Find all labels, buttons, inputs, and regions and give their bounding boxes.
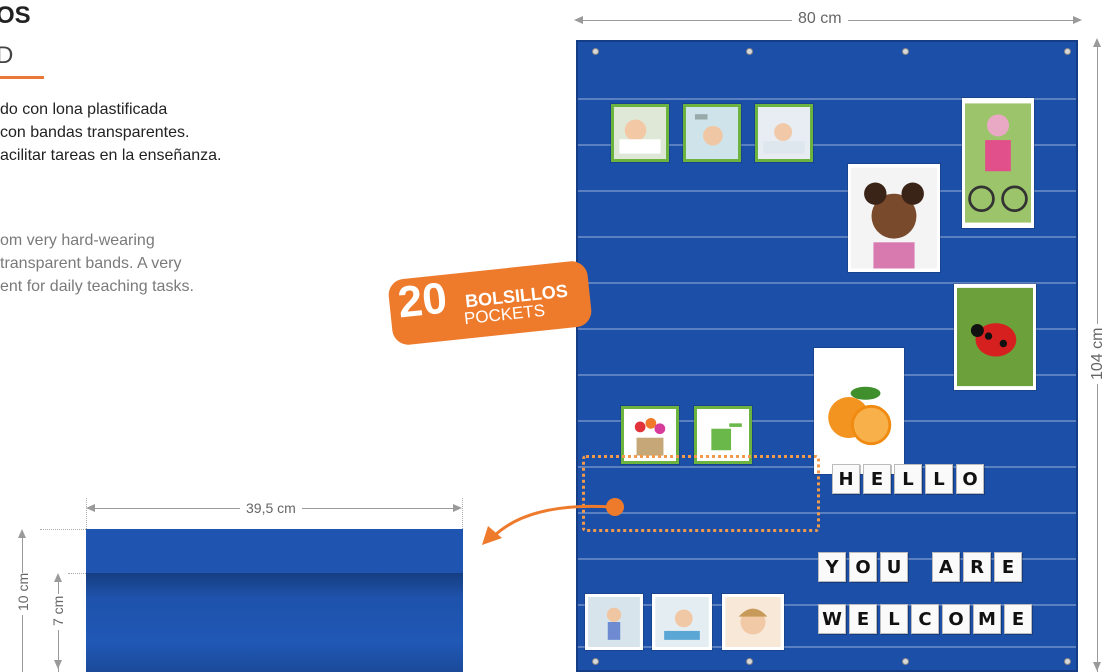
grommet-icon [746, 48, 753, 55]
arrow-down-icon [1093, 662, 1101, 671]
letter-tile: U [880, 552, 908, 582]
arrow-down-icon [54, 660, 62, 669]
letter-tile: E [994, 552, 1022, 582]
height-label: 104 cm [1089, 324, 1102, 384]
pocket-front-label: 7 cm [50, 594, 66, 630]
photo-card-child-washing [652, 594, 712, 650]
letter-tile: Y [818, 552, 846, 582]
curved-arrow-icon [482, 504, 613, 545]
letter-tile: E [849, 604, 877, 634]
letter-tile: M [973, 604, 1001, 634]
photo-card-girl-on-bike [962, 98, 1034, 228]
grommet-icon [592, 658, 599, 665]
description-spanish: do con lona plastificada con bandas tran… [0, 101, 222, 164]
photo-card-girl-jumping [585, 594, 643, 650]
letter-tile: E [1004, 604, 1032, 634]
arrow-up-icon [54, 573, 62, 582]
letter-tile: O [956, 464, 984, 494]
pocket-height-label: 10 cm [15, 573, 31, 615]
description-english: om very hard-wearing transparent bands. … [0, 232, 194, 295]
pocket-width-label: 39,5 cm [240, 500, 302, 516]
pocket-top-guide [40, 529, 86, 530]
letter-tile: W [818, 604, 846, 634]
grommet-icon [592, 48, 599, 55]
grommet-icon [1064, 658, 1071, 665]
letter-tile: L [880, 604, 908, 634]
letter-tile: L [925, 464, 953, 494]
letter-tile: E [863, 464, 891, 494]
arrow-left-icon [86, 504, 95, 512]
photo-card-ladybug [954, 284, 1036, 390]
arrow-left-icon [574, 16, 583, 24]
pocket-guide-right [462, 498, 463, 529]
badge-number: 20 [395, 273, 450, 328]
letter-tile: O [942, 604, 970, 634]
arrow-up-icon [1093, 38, 1101, 47]
product-title: OS [0, 2, 31, 29]
photo-card-bath [755, 104, 813, 162]
grommet-icon [902, 48, 909, 55]
subtitle-underline [0, 76, 44, 79]
width-label: 80 cm [792, 10, 848, 28]
pocket-guide-left [86, 498, 87, 529]
arrow-right-icon [453, 504, 462, 512]
product-subtitle: D [0, 42, 14, 69]
pocket-detail-front [86, 573, 463, 672]
pocket-chart: HELLO YOU ARE WELCOME [576, 40, 1078, 672]
photo-card-baby-sleeping [611, 104, 669, 162]
photo-card-orange [814, 348, 904, 474]
letter-tile: A [932, 552, 960, 582]
photo-card-smiling-girl [722, 594, 784, 650]
grommet-icon [902, 658, 909, 665]
pocket-front-guide [68, 573, 86, 574]
letter-tile: O [849, 552, 877, 582]
grommet-icon [1064, 48, 1071, 55]
arrow-right-icon [1073, 16, 1082, 24]
photo-card-girl-brushing [848, 164, 940, 272]
letter-tile: H [832, 464, 860, 494]
letter-tile: L [894, 464, 922, 494]
letter-tile: R [963, 552, 991, 582]
arrow-up-icon [18, 529, 26, 538]
grommet-icon [746, 658, 753, 665]
letter-tile: C [911, 604, 939, 634]
photo-card-shower [683, 104, 741, 162]
